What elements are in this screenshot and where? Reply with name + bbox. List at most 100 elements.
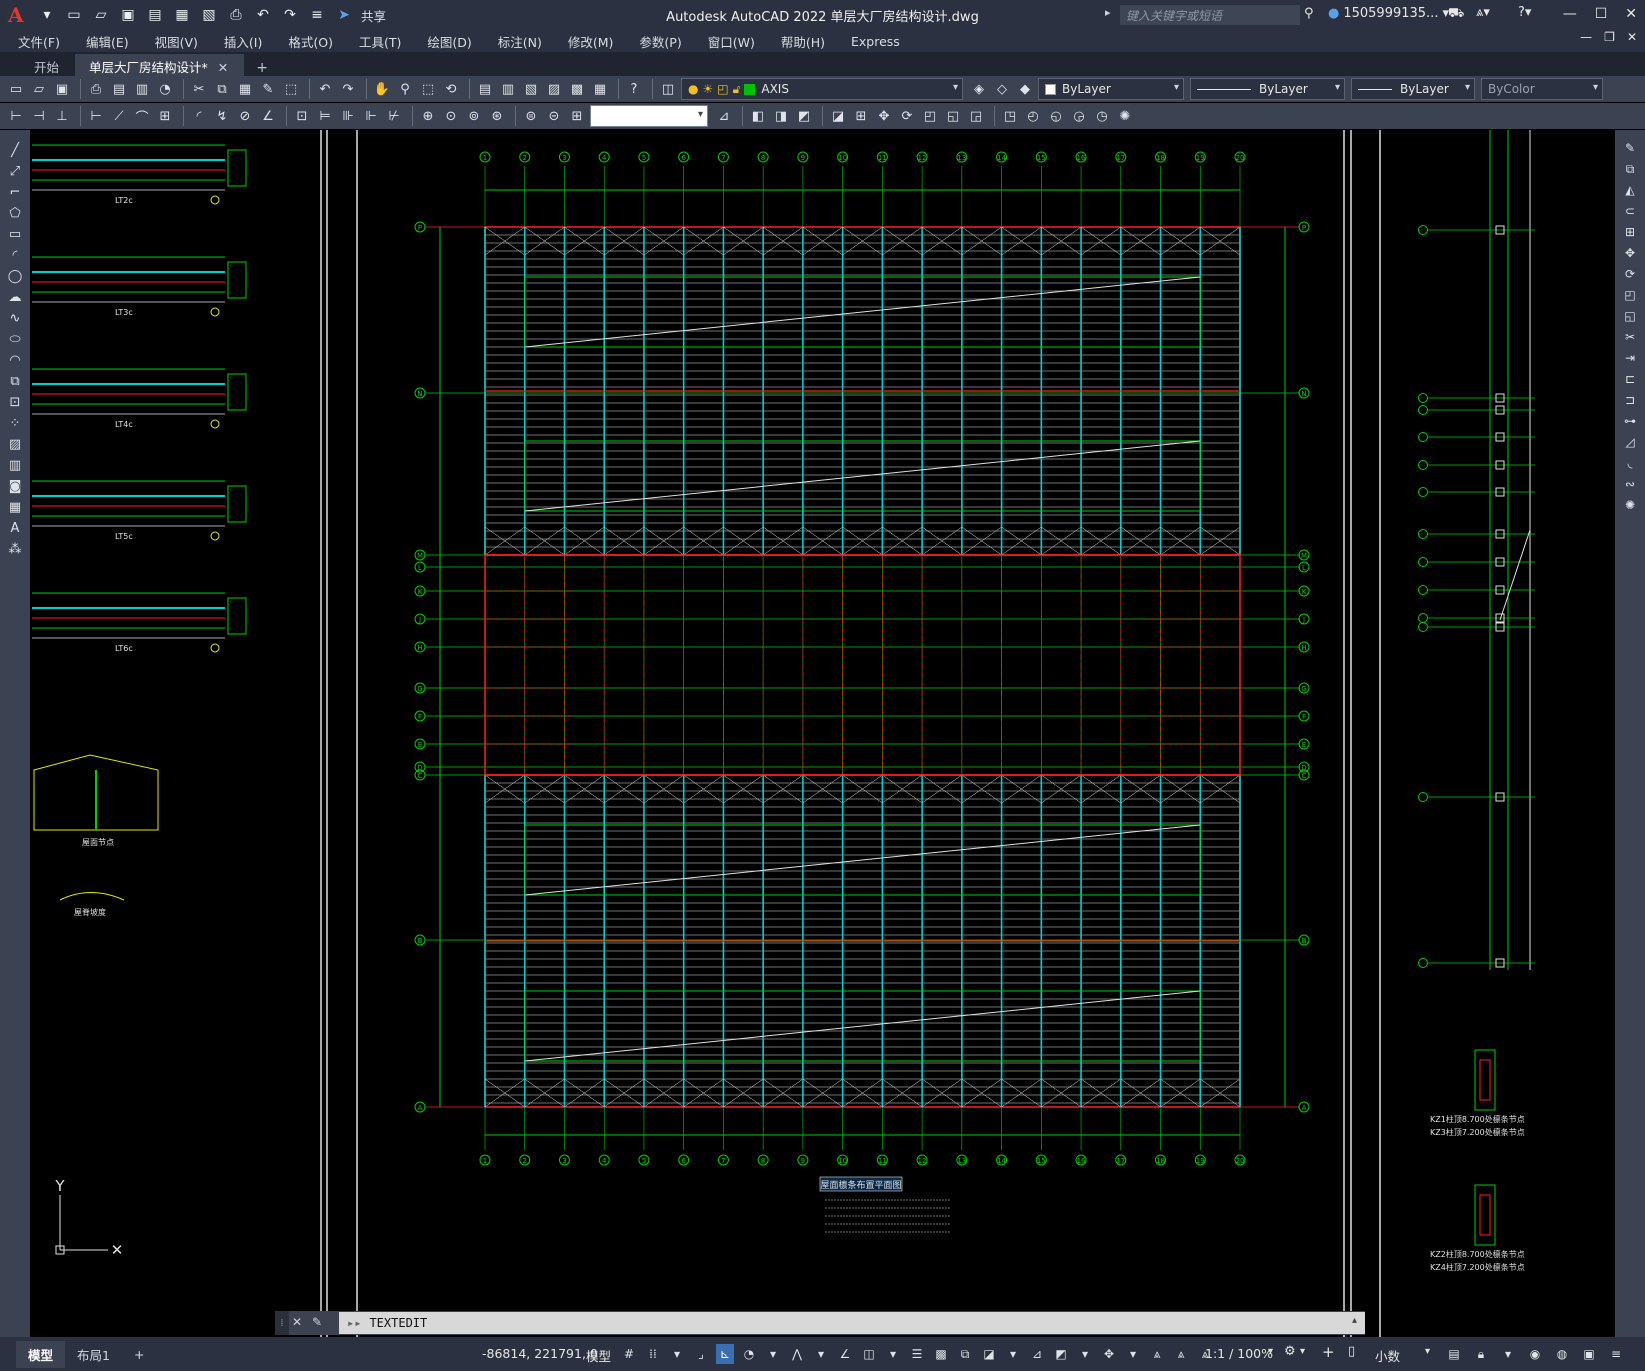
jogged-linear-icon[interactable]: ⊛ bbox=[487, 106, 507, 126]
user-account[interactable]: ● 1505999135... ▾ bbox=[1328, 6, 1449, 21]
dim-space-icon[interactable]: ⊩ bbox=[361, 106, 381, 126]
tab-start[interactable]: 开始 bbox=[0, 54, 75, 76]
tab-model[interactable]: 模型 bbox=[16, 1340, 66, 1368]
save-icon[interactable]: ▣ bbox=[118, 6, 138, 24]
color-dropdown[interactable]: ByLayer ▾ bbox=[1038, 78, 1184, 100]
stretch-icon[interactable]: ◱ bbox=[1620, 306, 1640, 326]
tool-palettes-icon[interactable]: ▧ bbox=[521, 79, 541, 99]
modify-chamfer-icon[interactable]: ◶ bbox=[1069, 106, 1089, 126]
construction-line-icon[interactable]: ⤢ bbox=[5, 161, 25, 181]
break-at-point-icon[interactable]: ⊏ bbox=[1620, 369, 1640, 389]
menu-modify[interactable]: 修改(M) bbox=[568, 32, 614, 51]
selection-cycling-icon[interactable]: ⧉ bbox=[956, 1344, 974, 1364]
fillet-icon[interactable]: ◟ bbox=[1620, 453, 1640, 473]
modify-offset-icon[interactable]: ◪ bbox=[828, 106, 848, 126]
modify-explode-icon[interactable]: ✺ bbox=[1115, 106, 1135, 126]
workspace-gear-icon[interactable]: ⚙ bbox=[1284, 1344, 1296, 1359]
baseline-icon[interactable]: ⊨ bbox=[315, 106, 335, 126]
scale-icon[interactable]: ◰ bbox=[1620, 285, 1640, 305]
isodraft-chevron-icon[interactable]: ▾ bbox=[812, 1344, 830, 1364]
infer-constraints-icon[interactable]: ⌟ bbox=[692, 1344, 710, 1364]
modify-erase-icon[interactable]: ◧ bbox=[748, 106, 768, 126]
quick-dim-icon[interactable]: ⊢ bbox=[6, 106, 26, 126]
menu-insert[interactable]: 插入(I) bbox=[224, 32, 262, 51]
center-mark-icon[interactable]: ⊙ bbox=[441, 106, 461, 126]
block-editor-icon[interactable]: ⬚ bbox=[281, 79, 301, 99]
save-as-icon[interactable]: ▤ bbox=[145, 6, 165, 24]
search-expand-icon[interactable]: ▸ bbox=[1105, 6, 1111, 19]
add-selected-icon[interactable]: ⁂ bbox=[5, 539, 25, 559]
units-value[interactable]: 小数 bbox=[1375, 1346, 1400, 1365]
polygon-icon[interactable]: ⬠ bbox=[5, 203, 25, 223]
selection-filter-chevron-icon[interactable]: ▾ bbox=[1076, 1344, 1094, 1364]
gizmo-chevron-icon[interactable]: ▾ bbox=[1124, 1344, 1142, 1364]
dim-edit-icon[interactable]: ⊜ bbox=[521, 106, 541, 126]
rotate-icon[interactable]: ⟳ bbox=[1620, 264, 1640, 284]
markup-icon[interactable]: ▩ bbox=[567, 79, 587, 99]
dimstyle-manager-icon[interactable]: ⊿ bbox=[714, 106, 734, 126]
open-web-icon[interactable]: ▦ bbox=[172, 6, 192, 24]
cut-icon[interactable]: ✂ bbox=[189, 79, 209, 99]
menu-dimension[interactable]: 标注(N) bbox=[498, 32, 542, 51]
snap-icon[interactable]: ⁞⁞ bbox=[644, 1344, 662, 1364]
paste-icon[interactable]: ▦ bbox=[235, 79, 255, 99]
calculator-icon[interactable]: ▦ bbox=[590, 79, 610, 99]
command-line-grip-icon[interactable]: ⁞ bbox=[275, 1311, 289, 1335]
dim-update-icon[interactable]: ⊞ bbox=[567, 106, 587, 126]
new-file-icon[interactable]: ▭ bbox=[64, 6, 84, 24]
lineweight-toggle-icon[interactable]: ☰ bbox=[908, 1344, 926, 1364]
search-input[interactable]: 键入关键字或短语 bbox=[1120, 5, 1300, 25]
layer-sun-icon[interactable]: ☀ bbox=[702, 82, 713, 96]
table-icon[interactable]: ▦ bbox=[5, 497, 25, 517]
dim-style-dropdown[interactable]: ▾ bbox=[590, 105, 708, 127]
menu-tools[interactable]: 工具(T) bbox=[359, 32, 401, 51]
chamfer-icon[interactable]: ◿ bbox=[1620, 432, 1640, 452]
modify-fillet-icon[interactable]: ◷ bbox=[1092, 106, 1112, 126]
share-label[interactable]: 共享 bbox=[361, 6, 386, 25]
menu-format[interactable]: 格式(O) bbox=[288, 32, 333, 51]
ordinate-icon[interactable]: ⊞ bbox=[155, 106, 175, 126]
insert-block-icon[interactable]: ⧉ bbox=[5, 371, 25, 391]
ortho-icon[interactable]: ⊾ bbox=[716, 1344, 734, 1364]
3d-osnap-icon[interactable]: ◪ bbox=[980, 1344, 998, 1364]
point-icon[interactable]: ⁘ bbox=[5, 413, 25, 433]
layer-state-icon[interactable]: ◆ bbox=[1015, 79, 1035, 99]
menu-window[interactable]: 窗口(W) bbox=[708, 32, 755, 51]
ellipse-arc-icon[interactable]: ◠ bbox=[5, 350, 25, 370]
menu-express[interactable]: Express bbox=[851, 34, 900, 49]
layer-properties-icon[interactable]: ◫ bbox=[658, 79, 678, 99]
tab-close-icon[interactable]: ✕ bbox=[218, 60, 228, 75]
modify-trim-icon[interactable]: ◲ bbox=[966, 106, 986, 126]
modify-extend-icon[interactable]: ◳ bbox=[1000, 106, 1020, 126]
object-snap-chevron-icon[interactable]: ▾ bbox=[884, 1344, 902, 1364]
make-current-layer-icon[interactable]: ◈ bbox=[969, 79, 989, 99]
properties-icon[interactable]: ▤ bbox=[475, 79, 495, 99]
zoom-window-icon[interactable]: ⬚ bbox=[418, 79, 438, 99]
lock-ui-icon[interactable]: 🔒︎ bbox=[1472, 1344, 1490, 1364]
command-input[interactable]: ▸▸ TEXTEDIT bbox=[339, 1312, 1365, 1334]
undo-toolbar-icon[interactable]: ↶ bbox=[315, 79, 335, 99]
move-icon[interactable]: ✥ bbox=[1620, 243, 1640, 263]
selection-filter-icon[interactable]: ◩ bbox=[1052, 1344, 1070, 1364]
doc-close-icon[interactable]: ✕ bbox=[1627, 30, 1637, 44]
gradient-icon[interactable]: ▥ bbox=[5, 455, 25, 475]
match-properties-icon[interactable]: ✎ bbox=[258, 79, 278, 99]
tolerance-icon[interactable]: ⊕ bbox=[418, 106, 438, 126]
preview-icon[interactable]: ▤ bbox=[109, 79, 129, 99]
polar-chevron-icon[interactable]: ▾ bbox=[764, 1344, 782, 1364]
blend-curves-icon[interactable]: ∾ bbox=[1620, 474, 1640, 494]
line-icon[interactable]: ╱ bbox=[5, 140, 25, 160]
add-layout-plus-icon[interactable]: + bbox=[122, 1343, 156, 1366]
break-icon[interactable]: ⊐ bbox=[1620, 390, 1640, 410]
polyline-icon[interactable]: ⌐ bbox=[5, 182, 25, 202]
save-web-icon[interactable]: ▧ bbox=[199, 6, 219, 24]
customize-qat-icon[interactable]: ≡ bbox=[307, 6, 327, 24]
copy-object-icon[interactable]: ⧉ bbox=[1620, 159, 1640, 179]
jogged-icon[interactable]: ↯ bbox=[212, 106, 232, 126]
model-space-toggle[interactable]: 模型 bbox=[586, 1346, 611, 1365]
spline-icon[interactable]: ∿ bbox=[5, 308, 25, 328]
maximize-icon[interactable]: ☐ bbox=[1595, 6, 1608, 22]
snap-chevron-icon[interactable]: ▾ bbox=[668, 1344, 686, 1364]
modify-join-icon[interactable]: ◵ bbox=[1046, 106, 1066, 126]
object-snap-icon[interactable]: ◫ bbox=[860, 1344, 878, 1364]
